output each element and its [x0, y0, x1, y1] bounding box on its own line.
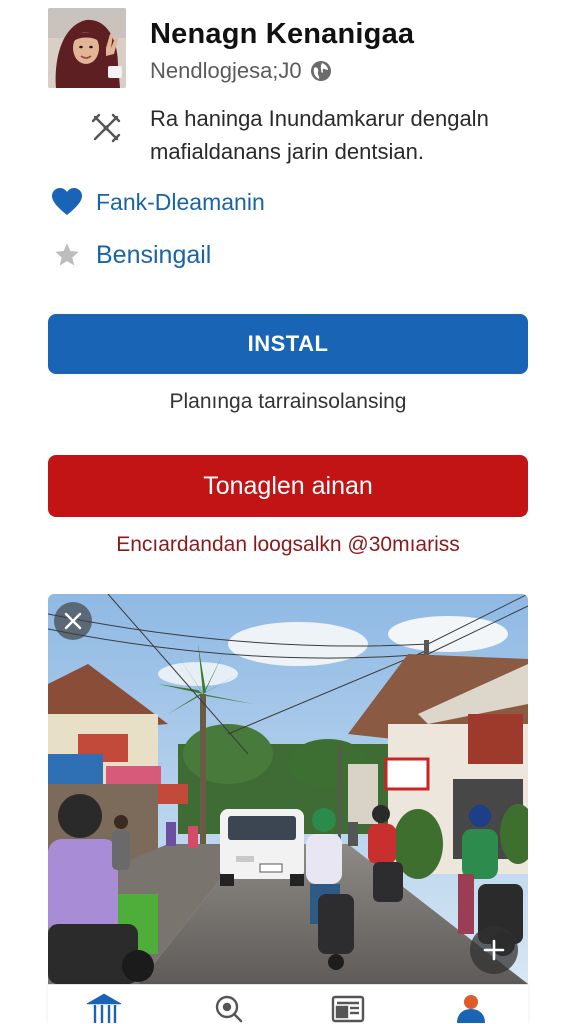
star-icon	[50, 238, 84, 272]
description-line-2: mafialdanans jarin dentsian.	[150, 139, 424, 164]
plus-icon[interactable]	[470, 926, 518, 974]
app-avatar[interactable]	[48, 8, 126, 88]
nav-news[interactable]	[328, 993, 368, 1024]
app-title: Nenagn Kenanigaa	[150, 18, 415, 50]
app-header: Nenagn Kenanigaa Nendlogjesa;J0	[48, 8, 536, 88]
search-icon	[213, 993, 247, 1024]
heart-icon	[50, 185, 84, 219]
rating-label: Bensingail	[96, 240, 212, 269]
rating-link[interactable]: Bensingail	[50, 237, 211, 273]
app-description: Ra haninga Inundamkarur dengaln mafialda…	[150, 102, 489, 168]
description-line-1: Ra haninga Inundamkarur dengaln	[150, 106, 489, 131]
tools-icon	[90, 112, 122, 144]
nav-search[interactable]	[210, 993, 250, 1024]
favorite-link[interactable]: Fank-Dleamanin	[50, 184, 265, 220]
nav-home[interactable]	[84, 993, 124, 1024]
home-icon	[85, 993, 123, 1024]
app-subtitle-row: Nendlogjesa;J0	[150, 58, 332, 84]
close-icon[interactable]	[54, 602, 92, 640]
nav-profile[interactable]	[451, 993, 491, 1024]
profile-icon	[454, 993, 488, 1024]
app-description-row: Ra haninga Inundamkarur dengaln mafialda…	[90, 102, 528, 166]
bottom-nav	[48, 984, 528, 1024]
street-photo[interactable]	[48, 594, 528, 984]
action-caption: Encıardandan loogsalkn @30mıariss	[116, 533, 460, 556]
news-icon	[331, 993, 365, 1024]
install-button[interactable]: INSTAL	[48, 314, 528, 374]
app-subtitle: Nendlogjesa;J0	[150, 58, 302, 83]
globe-icon	[310, 60, 332, 82]
install-caption: Planınga tarrainsolansing	[169, 390, 407, 413]
favorite-label: Fank-Dleamanin	[96, 188, 265, 215]
action-button[interactable]: Tonaglen ainan	[48, 455, 528, 517]
